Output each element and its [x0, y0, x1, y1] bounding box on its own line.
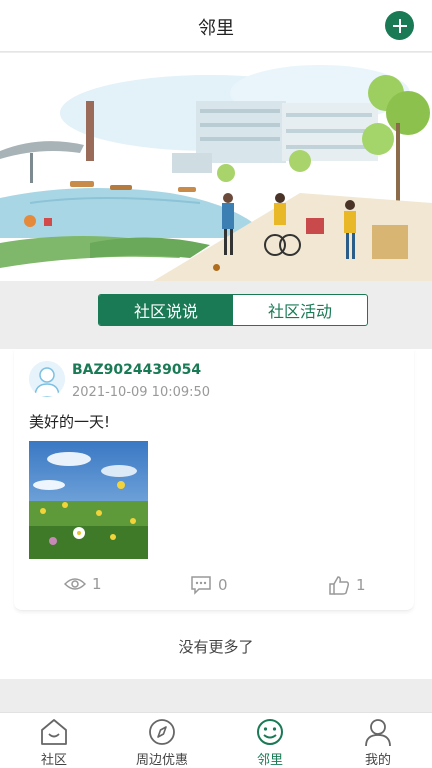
nav-item-mine[interactable]: 我的: [324, 713, 432, 768]
user-avatar-icon: [29, 361, 65, 397]
comments-count: 0: [218, 576, 228, 594]
carousel-indicators: [0, 264, 432, 271]
add-post-button[interactable]: [385, 11, 414, 40]
avatar[interactable]: [29, 361, 65, 397]
carousel-dot[interactable]: [212, 264, 220, 271]
post-username[interactable]: BAZ9024439054: [72, 362, 201, 378]
banner-illustration: [0, 53, 432, 281]
post-image[interactable]: [29, 441, 148, 559]
thumbs-up-icon: [329, 576, 350, 595]
tab-community-posts[interactable]: 社区说说: [99, 295, 233, 325]
post-text: 美好的一天!: [29, 413, 111, 431]
segmented-control: 社区说说 社区活动: [98, 294, 368, 326]
post-timestamp: 2021-10-09 10:09:50: [72, 385, 211, 400]
views-count: 1: [92, 575, 102, 593]
likes-count: 1: [356, 576, 366, 594]
nav-label-nearby-deals: 周边优惠: [135, 753, 188, 768]
smile-icon: [257, 719, 283, 745]
home-icon: [41, 719, 67, 745]
app-root: 邻里 社区说说 社区活动 BAZ9024439054 2021-10-09 10…: [0, 0, 432, 768]
comment-icon: [191, 576, 211, 595]
user-icon: [365, 719, 391, 747]
bottom-nav: 社区 周边优惠 邻里 我的: [0, 712, 432, 768]
nav-label-neighbors: 邻里: [256, 753, 283, 768]
nav-label-community: 社区: [40, 753, 67, 768]
tab-community-events[interactable]: 社区活动: [233, 295, 367, 325]
banner-carousel[interactable]: [0, 53, 432, 281]
post-card[interactable]: BAZ9024439054 2021-10-09 10:09:50 美好的一天!: [14, 349, 414, 611]
page-title: 邻里: [198, 18, 234, 39]
nav-label-mine: 我的: [364, 753, 391, 768]
post-stats: 1 0 1: [14, 575, 414, 599]
segment-bar: 社区说说 社区活动: [0, 281, 432, 349]
views-stat: 1: [64, 575, 102, 593]
feed-list: BAZ9024439054 2021-10-09 10:09:50 美好的一天!: [0, 349, 432, 679]
nav-item-community[interactable]: 社区: [0, 713, 108, 768]
flower-field-image: [29, 441, 148, 559]
end-of-list-text: 没有更多了: [178, 638, 254, 656]
likes-stat[interactable]: 1: [328, 575, 366, 595]
plus-icon: [392, 18, 407, 33]
comments-stat[interactable]: 0: [190, 575, 228, 595]
compass-icon: [149, 719, 175, 745]
nav-item-neighbors[interactable]: 邻里: [216, 713, 324, 768]
eye-icon: [64, 578, 86, 590]
nav-item-nearby-deals[interactable]: 周边优惠: [108, 713, 216, 768]
top-header: 邻里: [0, 0, 432, 52]
